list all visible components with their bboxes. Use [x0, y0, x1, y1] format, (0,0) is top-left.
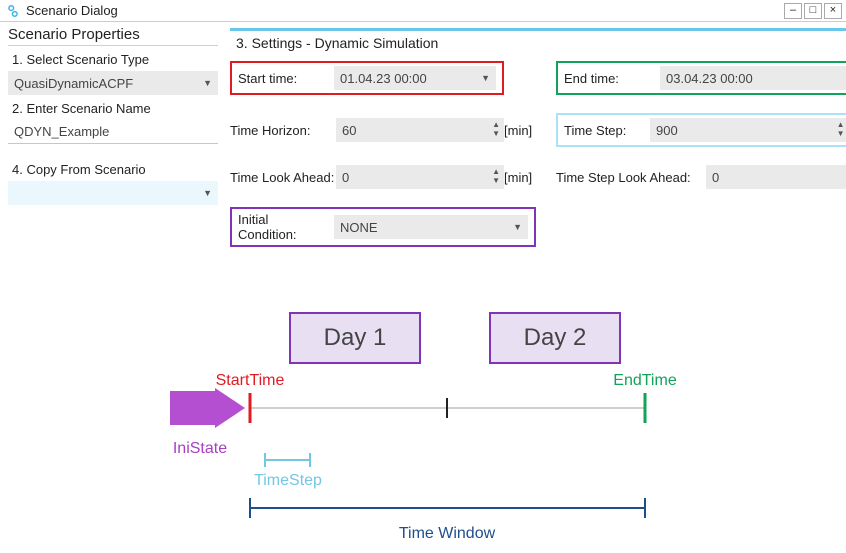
timestep-label: TimeStep — [254, 472, 322, 489]
timeline-diagram: Day 1 Day 2 StartTime EndTime IniState T… — [0, 293, 846, 553]
end-time-input[interactable]: 03.04.23 00:00 ▼ — [660, 66, 846, 90]
time-step-look-ahead-value: 0 — [712, 170, 719, 185]
start-time-value: 01.04.23 00:00 — [340, 71, 427, 86]
step2-label: 2. Enter Scenario Name — [12, 101, 218, 116]
time-step-look-ahead-input[interactable]: 0 ▲▼ — [706, 165, 846, 189]
window-controls: – □ × — [784, 3, 842, 19]
scenario-name-input[interactable]: QDYN_Example — [8, 120, 218, 144]
sidebar: Scenario Properties 1. Select Scenario T… — [0, 22, 224, 247]
time-look-ahead-input[interactable]: 0 ▲▼ — [336, 165, 504, 189]
settings-heading: 3. Settings - Dynamic Simulation — [230, 28, 846, 61]
sidebar-heading: Scenario Properties — [8, 26, 218, 46]
start-time-group: Start time: 01.04.23 00:00 ▼ — [230, 61, 504, 95]
time-look-ahead-value: 0 — [342, 170, 349, 185]
step1-label: 1. Select Scenario Type — [12, 52, 218, 67]
start-time-input[interactable]: 01.04.23 00:00 ▼ — [334, 66, 496, 90]
initial-condition-label: Initial Condition: — [238, 212, 328, 242]
spinner-icon[interactable]: ▲▼ — [837, 120, 845, 138]
scenario-type-dropdown[interactable]: QuasiDynamicACPF ▼ — [8, 71, 218, 95]
scenario-name-value: QDYN_Example — [14, 124, 109, 139]
scenario-type-value: QuasiDynamicACPF — [14, 76, 133, 91]
time-horizon-value: 60 — [342, 123, 356, 138]
time-step-value: 900 — [656, 123, 678, 138]
inistate-label: IniState — [173, 440, 227, 457]
endtime-label: EndTime — [613, 372, 677, 389]
copy-from-dropdown[interactable]: ▼ — [8, 181, 218, 205]
window-title: Scenario Dialog — [26, 3, 118, 18]
time-horizon-input[interactable]: 60 ▲▼ — [336, 118, 504, 142]
chevron-down-icon: ▼ — [481, 73, 490, 83]
step4-label: 4. Copy From Scenario — [12, 162, 218, 177]
initial-condition-value: NONE — [340, 220, 378, 235]
start-time-label: Start time: — [238, 71, 328, 86]
close-button[interactable]: × — [824, 3, 842, 19]
spinner-icon[interactable]: ▲▼ — [492, 167, 500, 185]
end-time-value: 03.04.23 00:00 — [666, 71, 753, 86]
time-look-ahead-label: Time Look Ahead: — [230, 170, 336, 185]
time-step-look-ahead-label: Time Step Look Ahead: — [556, 170, 706, 185]
time-look-ahead-unit: [min] — [504, 170, 536, 185]
time-step-input[interactable]: 900 ▲▼ — [650, 118, 846, 142]
chevron-down-icon: ▼ — [513, 222, 522, 232]
chevron-down-icon: ▼ — [203, 188, 212, 198]
time-step-group: Time Step: 900 ▲▼ [sec] — [556, 113, 846, 147]
initial-condition-group: Initial Condition: NONE ▼ — [230, 207, 536, 247]
chevron-down-icon: ▼ — [203, 78, 212, 88]
time-step-label: Time Step: — [564, 123, 644, 138]
end-time-group: End time: 03.04.23 00:00 ▼ — [556, 61, 846, 95]
spinner-icon[interactable]: ▲▼ — [492, 120, 500, 138]
time-horizon-label: Time Horizon: — [230, 123, 336, 138]
initial-condition-input[interactable]: NONE ▼ — [334, 215, 528, 239]
end-time-label: End time: — [564, 71, 654, 86]
day1-label: Day 1 — [324, 324, 387, 351]
day2-label: Day 2 — [524, 324, 587, 351]
app-icon — [6, 4, 20, 18]
time-horizon-unit: [min] — [504, 123, 536, 138]
main-panel: 3. Settings - Dynamic Simulation Start t… — [224, 22, 846, 247]
timewindow-label: Time Window — [399, 525, 496, 542]
minimize-button[interactable]: – — [784, 3, 802, 19]
titlebar: Scenario Dialog – □ × — [0, 0, 846, 22]
maximize-button[interactable]: □ — [804, 3, 822, 19]
starttime-label: StartTime — [216, 372, 285, 389]
